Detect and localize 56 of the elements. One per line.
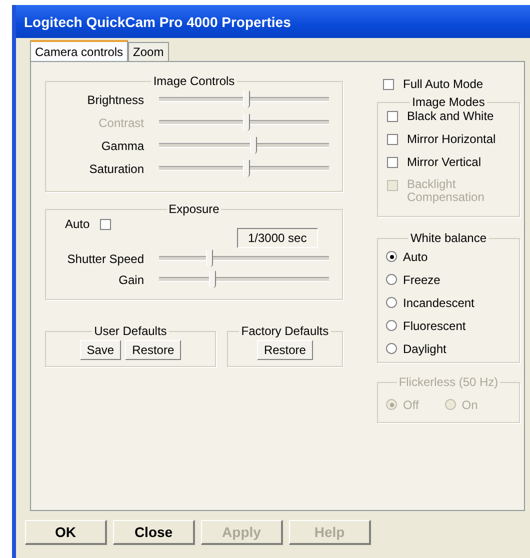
slider-label: Contrast	[98, 116, 144, 130]
slider-thumb[interactable]	[250, 137, 258, 154]
group-title: Image Modes	[411, 95, 486, 109]
group-title: Exposure	[168, 202, 220, 216]
radio-label: Off	[403, 398, 419, 412]
slider-thumb[interactable]	[206, 250, 213, 267]
slider-label: Brightness	[86, 92, 144, 106]
checkbox-label: Mirror Horizontal	[407, 132, 496, 146]
slider-label: Saturation	[88, 162, 144, 176]
checkbox-label: Full Auto Mode	[403, 77, 484, 91]
radio-button[interactable]	[386, 251, 397, 262]
slider[interactable]	[159, 160, 329, 177]
window-title: Logitech QuickCam Pro 4000 Properties	[24, 14, 291, 30]
checkbox-label: Backlight Compensation	[407, 178, 486, 204]
group-title: Image Controls	[152, 74, 236, 88]
button[interactable]: Restore	[125, 340, 182, 360]
radio-label: Auto	[403, 250, 428, 264]
radio-label: Incandescent	[403, 296, 474, 310]
radio-label: Freeze	[403, 272, 440, 286]
checkbox[interactable]	[387, 157, 398, 168]
radio-button[interactable]	[386, 274, 397, 285]
slider[interactable]	[159, 114, 329, 131]
checkbox[interactable]	[383, 79, 394, 90]
tab[interactable]: Camera controls	[30, 40, 128, 61]
button[interactable]: Save	[80, 340, 122, 360]
slider[interactable]	[159, 91, 329, 108]
checkbox[interactable]	[100, 218, 111, 230]
slider[interactable]	[159, 137, 329, 154]
checkbox-label: Mirror Vertical	[407, 155, 482, 169]
radio-button[interactable]	[386, 297, 397, 308]
slider[interactable]	[159, 250, 329, 267]
slider-label: Gamma	[100, 138, 144, 152]
radio-button[interactable]	[386, 320, 397, 331]
tab[interactable]: Zoom	[128, 42, 169, 61]
value-display: 1/3000 sec	[237, 228, 318, 248]
radio-label: Fluorescent	[403, 318, 466, 332]
group-title: Flickerless (50 Hz)	[398, 375, 500, 389]
group-title: Factory Defaults	[240, 324, 330, 338]
button[interactable]: Restore	[256, 340, 313, 360]
group-title: White balance	[409, 231, 488, 245]
radio-label: Daylight	[403, 342, 446, 356]
button[interactable]: Close	[113, 520, 195, 545]
checkbox[interactable]	[387, 111, 398, 122]
radio-button[interactable]	[386, 343, 397, 354]
radio-label: On	[462, 398, 478, 412]
slider-label: Gain	[118, 272, 144, 286]
slider-thumb[interactable]	[243, 160, 250, 177]
checkbox-label: Black and White	[407, 109, 494, 123]
checkbox-label: Auto	[65, 217, 90, 231]
slider[interactable]	[159, 271, 329, 288]
slider-thumb[interactable]	[209, 271, 216, 288]
checkbox[interactable]	[387, 134, 398, 145]
slider-thumb[interactable]	[243, 91, 250, 108]
button[interactable]: OK	[25, 520, 107, 545]
slider-label: Shutter Speed	[66, 252, 144, 266]
group-title: User Defaults	[93, 324, 168, 338]
